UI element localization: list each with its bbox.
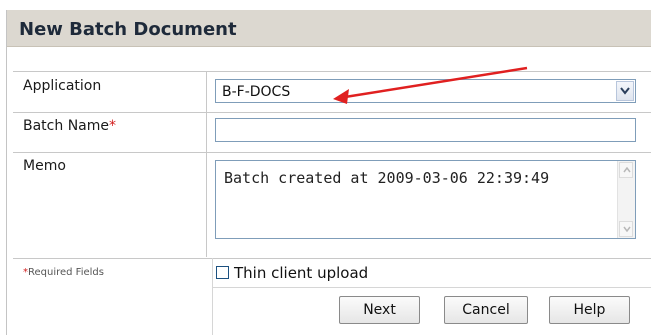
dropdown-button[interactable]: [616, 81, 634, 101]
title-bar: New Batch Document: [7, 10, 651, 47]
memo-label-cell: Memo: [13, 152, 207, 257]
application-label-cell: Application: [13, 72, 207, 112]
application-row: Application B-F-DOCS: [13, 72, 651, 113]
batch-name-value-cell: [207, 112, 651, 152]
application-label: Application: [23, 78, 102, 94]
batch-name-label-cell: Batch Name*: [13, 112, 207, 152]
memo-scrollbar[interactable]: [617, 161, 635, 238]
memo-textarea[interactable]: Batch created at 2009-03-06 22:39:49: [215, 160, 636, 239]
scroll-down-button[interactable]: [619, 221, 633, 237]
batch-name-label: Batch Name*: [23, 118, 116, 134]
thin-client-upload-label[interactable]: Thin client upload: [234, 264, 368, 282]
panel-title: New Batch Document: [19, 19, 237, 40]
batch-name-input[interactable]: [215, 118, 636, 142]
thin-client-upload-checkbox[interactable]: [216, 266, 229, 279]
required-asterisk: *: [109, 118, 116, 134]
application-value-cell: B-F-DOCS: [207, 72, 651, 112]
next-button[interactable]: Next: [339, 296, 420, 324]
scroll-up-icon: [623, 167, 631, 173]
application-selected-value: B-F-DOCS: [222, 84, 291, 100]
application-select[interactable]: B-F-DOCS: [215, 79, 636, 103]
memo-row: Memo Batch created at 2009-03-06 22:39:4…: [13, 152, 651, 257]
chevron-down-icon: [620, 87, 630, 95]
scroll-down-icon: [623, 226, 631, 232]
memo-label: Memo: [23, 158, 66, 174]
required-fields-note: *Required Fields: [23, 267, 104, 278]
batch-form: Application B-F-DOCS Batch Name* Memo Ba…: [13, 71, 651, 259]
memo-text: Batch created at 2009-03-06 22:39:49: [224, 169, 550, 187]
memo-value-cell: Batch created at 2009-03-06 22:39:49: [207, 152, 651, 257]
batch-name-row: Batch Name*: [13, 112, 651, 153]
cancel-button[interactable]: Cancel: [444, 296, 528, 324]
button-row: Next Cancel Help: [212, 287, 651, 336]
scroll-up-button[interactable]: [619, 162, 633, 178]
help-button[interactable]: Help: [549, 296, 630, 324]
